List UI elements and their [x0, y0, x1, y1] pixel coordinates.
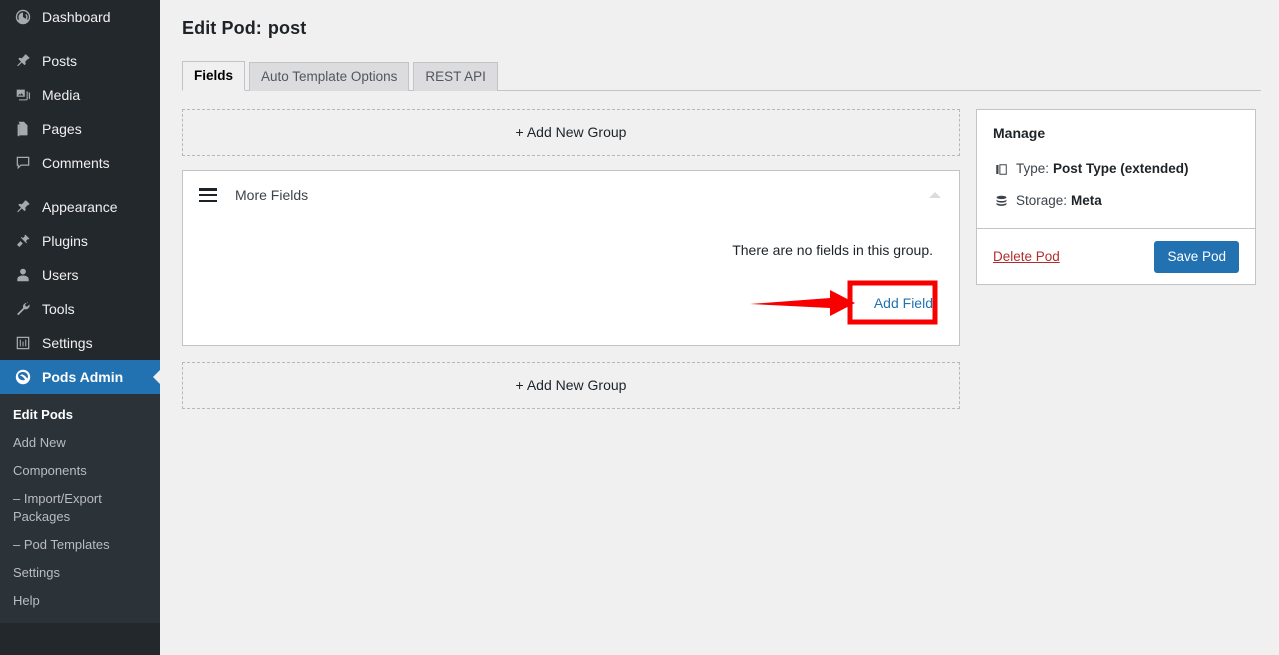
save-pod-button[interactable]: Save Pod [1154, 240, 1239, 273]
sidebar-item-tools[interactable]: Tools [0, 292, 160, 326]
brush-icon [13, 197, 33, 217]
sidebar-item-pods-admin[interactable]: Pods Admin [0, 360, 161, 394]
pods-admin-submenu: Edit Pods Add New Components – Import/Expor… [0, 394, 160, 623]
pods-layout: + Add New Group More Fields There are no… [160, 91, 1279, 409]
users-icon [13, 265, 33, 285]
pages-stack-icon [993, 162, 1009, 177]
sidebar-item-media[interactable]: Media [0, 78, 160, 112]
sidebar-item-label: Comments [42, 155, 110, 171]
field-group-header: More Fields [183, 171, 959, 219]
plugins-icon [13, 231, 33, 251]
manage-row-type: Type: Post Type (extended) [993, 160, 1239, 178]
manage-row-label: Type: [1016, 161, 1050, 176]
add-new-group-button-top[interactable]: + Add New Group [182, 109, 960, 156]
sidebar-item-settings[interactable]: Settings [0, 326, 160, 360]
tab-fields[interactable]: Fields [182, 61, 246, 91]
sidebar-item-label: Tools [42, 301, 75, 317]
field-group-more-fields: More Fields There are no fields in this … [182, 170, 960, 346]
admin-sidebar: Dashboard Posts Media Pages Comments Appearan… [0, 0, 161, 655]
add-field-row: Add Field [209, 291, 933, 315]
sidebar-item-label: Posts [42, 53, 78, 69]
manage-row-value: Meta [1071, 193, 1102, 208]
field-group-name: More Fields [235, 187, 309, 203]
page-title-pod-name: post [267, 18, 307, 38]
pages-icon [13, 119, 33, 139]
sidebar-item-label: Settings [42, 335, 93, 351]
sidebar-item-users[interactable]: Users [0, 258, 160, 292]
pin-icon [13, 51, 33, 71]
manage-row-value: Post Type (extended) [1053, 161, 1189, 176]
pods-logo-icon [13, 367, 33, 387]
submenu-item-components[interactable]: Components [0, 457, 150, 485]
dashboard-icon [13, 7, 33, 27]
hamburger-drag-icon[interactable] [199, 188, 217, 202]
manage-row-label: Storage: [1016, 193, 1068, 208]
sidebar-separator [0, 180, 160, 190]
tab-bar: Fields Auto Template Options REST API [182, 61, 1261, 91]
add-field-link[interactable]: Add Field [874, 294, 933, 312]
submenu-item-help[interactable]: Help [0, 587, 150, 615]
wrench-icon [13, 299, 33, 319]
page-title-prefix: Edit Pod: [182, 18, 262, 38]
sidebar-item-plugins[interactable]: Plugins [0, 224, 160, 258]
manage-panel-footer: Delete Pod Save Pod [977, 228, 1255, 284]
submenu-item-pod-templates[interactable]: – Pod Templates [0, 531, 150, 559]
manage-row-storage: Storage: Meta [993, 192, 1239, 210]
sidebar-item-comments[interactable]: Comments [0, 146, 160, 180]
tab-rest-api[interactable]: REST API [413, 62, 498, 91]
sidebar-separator [0, 34, 160, 44]
tab-auto-template-options[interactable]: Auto Template Options [249, 62, 410, 91]
submenu-item-import-export-packages[interactable]: – Import/Export Packages [0, 485, 150, 531]
comments-icon [13, 153, 33, 173]
manage-panel: Manage Type: Post Type (extended) Storage:… [976, 109, 1256, 285]
add-new-group-button-bottom[interactable]: + Add New Group [182, 362, 960, 409]
sidebar-item-label: Appearance [42, 199, 118, 215]
sidebar-item-label: Pages [42, 121, 82, 137]
field-group-body: There are no fields in this group. Add F… [183, 219, 959, 345]
submenu-item-settings[interactable]: Settings [0, 559, 150, 587]
main-content: Edit Pod: post Fields Auto Template Option… [160, 0, 1279, 655]
submenu-item-add-new[interactable]: Add New [0, 429, 150, 457]
sidebar-item-pages[interactable]: Pages [0, 112, 160, 146]
manage-column: Manage Type: Post Type (extended) Storage:… [976, 109, 1256, 285]
empty-group-message: There are no fields in this group. [732, 242, 933, 258]
delete-pod-link[interactable]: Delete Pod [993, 249, 1060, 264]
triangle-up-icon[interactable] [929, 192, 941, 198]
sidebar-item-label: Media [42, 87, 81, 103]
sidebar-item-appearance[interactable]: Appearance [0, 190, 160, 224]
fields-column: + Add New Group More Fields There are no… [182, 109, 960, 409]
database-stack-icon [993, 194, 1009, 209]
sidebar-item-label: Users [42, 267, 79, 283]
media-icon [13, 85, 33, 105]
settings-sliders-icon [13, 333, 33, 353]
page-title: Edit Pod: post [160, 0, 1279, 39]
sidebar-item-label: Dashboard [42, 9, 111, 25]
sidebar-item-label: Pods Admin [42, 369, 124, 385]
sidebar-item-dashboard[interactable]: Dashboard [0, 0, 160, 34]
sidebar-item-label: Plugins [42, 233, 88, 249]
manage-panel-title: Manage [993, 125, 1046, 141]
submenu-item-edit-pods[interactable]: Edit Pods [0, 401, 150, 429]
sidebar-item-posts[interactable]: Posts [0, 44, 160, 78]
